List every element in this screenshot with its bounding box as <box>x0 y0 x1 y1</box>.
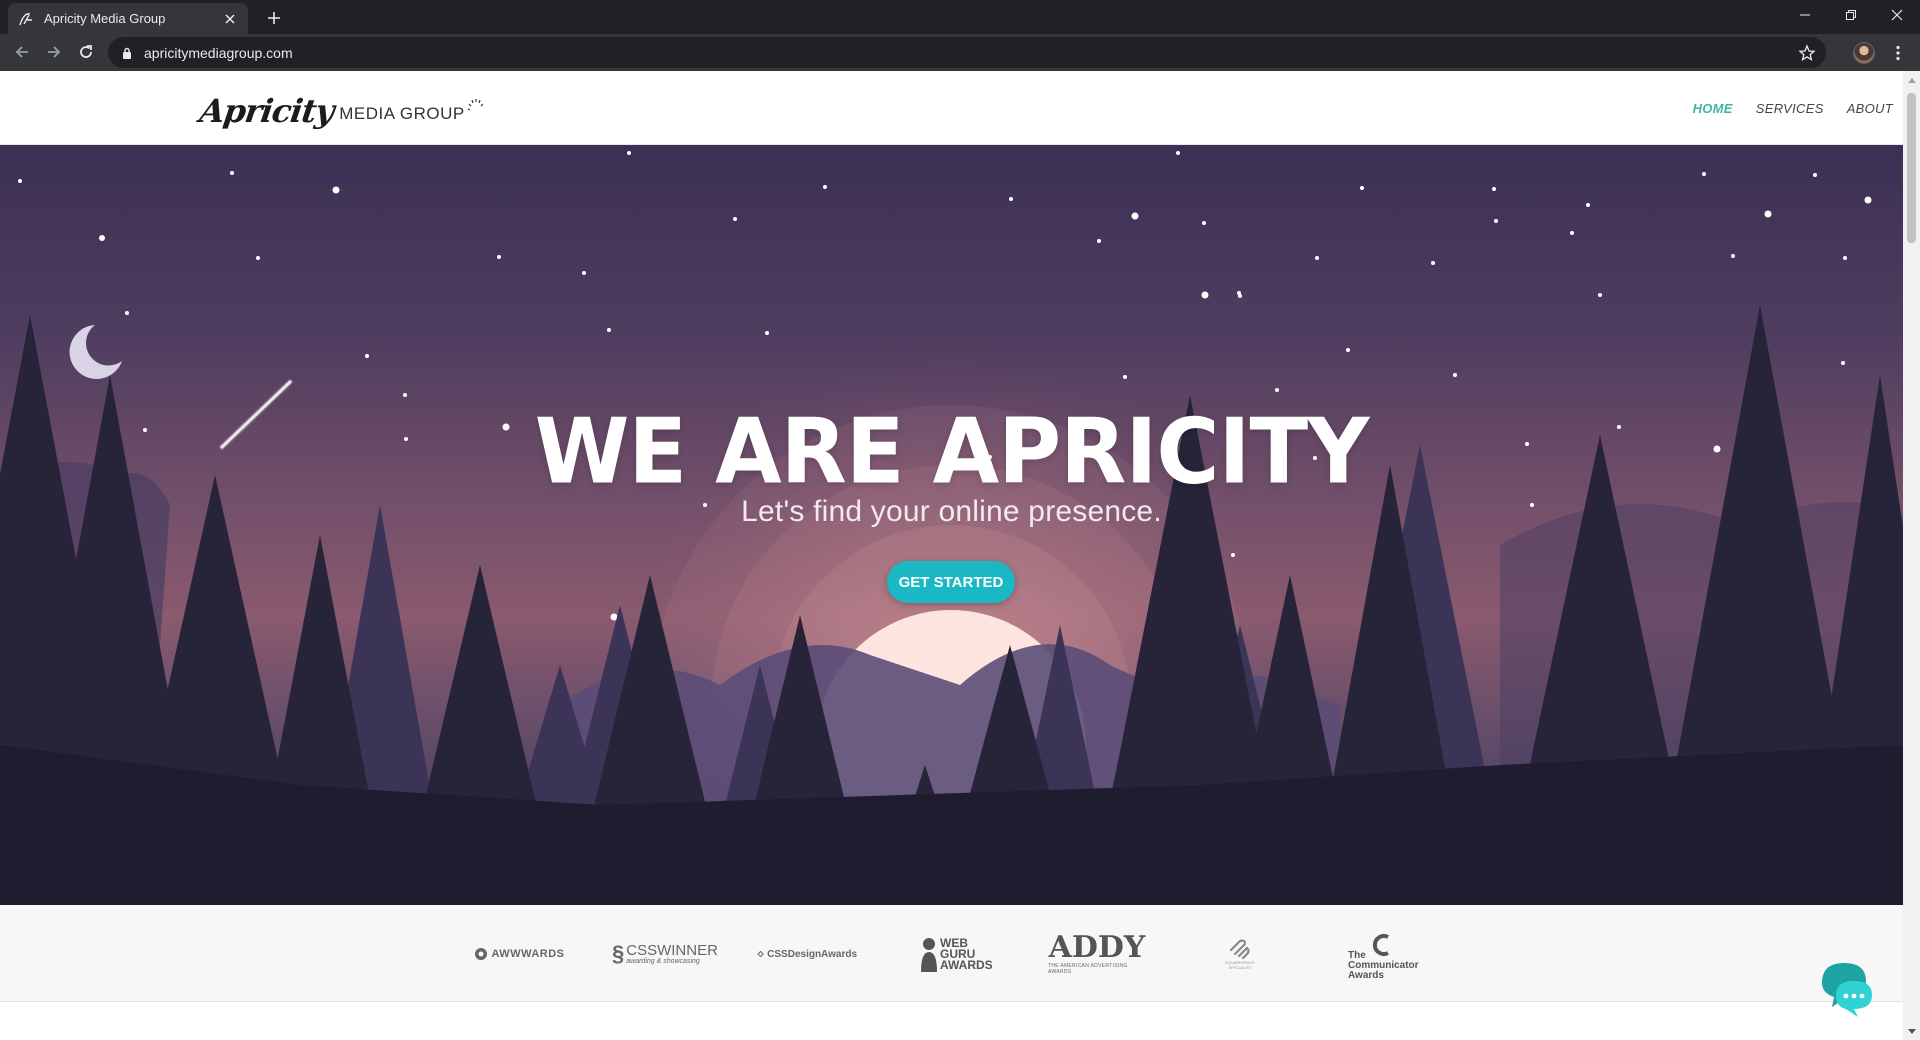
bookmark-star-icon[interactable] <box>1798 44 1816 62</box>
awwwards-icon <box>475 948 488 960</box>
get-started-button[interactable]: GET STARTED <box>887 561 1015 603</box>
squarespace-logo[interactable]: SQUARESPACE SPECIALIST <box>1215 929 1265 979</box>
addy-logo[interactable]: ADDY THE AMERICAN ADVERTISING AWARDS <box>1048 929 1146 979</box>
url-text: apricitymediagroup.com <box>144 44 293 61</box>
scroll-up-arrow-icon[interactable] <box>1906 74 1917 85</box>
minimize-window-icon[interactable] <box>1782 0 1828 30</box>
communicator-logo[interactable]: The Communicator Awards <box>1348 929 1420 981</box>
browser-tabstrip: Apricity Media Group <box>0 0 1920 34</box>
page-scrollbar[interactable] <box>1903 71 1920 1040</box>
awwwards-logo[interactable]: AWWWARDS <box>472 929 566 979</box>
restore-window-icon[interactable] <box>1828 0 1874 30</box>
back-arrow-icon[interactable] <box>6 36 38 68</box>
lock-icon[interactable] <box>120 46 134 60</box>
tab-title: Apricity Media Group <box>44 11 166 26</box>
site-logo[interactable]: Apricity MEDIA GROUP <box>197 89 484 130</box>
tab-close-icon[interactable] <box>222 11 238 27</box>
new-tab-button[interactable] <box>260 6 288 30</box>
cssdesignawards-icon <box>757 950 764 958</box>
csswinner-icon: § <box>612 941 625 966</box>
chat-widget-button[interactable] <box>1814 955 1884 1019</box>
browser-menu-icon[interactable] <box>1882 34 1914 71</box>
address-bar[interactable]: apricitymediagroup.com <box>108 37 1826 68</box>
chat-dots-icon <box>1843 993 1849 999</box>
hero-title: WE ARE APRICITY <box>534 399 1370 505</box>
page-viewport: Apricity MEDIA GROUP HOME SERVICES ABOUT <box>0 71 1920 1040</box>
profile-avatar[interactable] <box>1848 34 1880 71</box>
close-window-icon[interactable] <box>1874 0 1920 30</box>
browser-toolbar: apricitymediagroup.com <box>0 34 1920 71</box>
awards-strip: AWWWARDS § CSSWINNER awarding & showcasi… <box>0 905 1903 1002</box>
scrollbar-thumb[interactable] <box>1907 93 1916 243</box>
nav-home[interactable]: HOME <box>1693 101 1733 116</box>
communicator-icon <box>1372 934 1389 956</box>
logo-script: Apricity <box>197 92 336 130</box>
squarespace-icon <box>1229 939 1250 960</box>
webguru-icon <box>921 938 937 972</box>
hero-section: WE ARE APRICITY Let's find your online p… <box>0 145 1903 905</box>
logo-subtitle: MEDIA GROUP <box>339 104 465 123</box>
webguru-logo[interactable]: WEB GURU AWARDS <box>917 929 993 979</box>
nav-about[interactable]: ABOUT <box>1847 101 1893 116</box>
csswinner-logo[interactable]: § CSSWINNER awarding & showcasing <box>612 929 718 979</box>
forward-arrow-icon[interactable] <box>38 36 70 68</box>
sun-rays-icon <box>467 98 484 117</box>
reload-icon[interactable] <box>70 36 102 68</box>
nav-services[interactable]: SERVICES <box>1756 101 1824 116</box>
hero-subtitle: Let's find your online presence. <box>741 495 1162 528</box>
apricity-favicon-icon <box>18 11 34 27</box>
cssdesignawards-logo[interactable]: CSSDesignAwards <box>757 929 857 979</box>
browser-tab[interactable]: Apricity Media Group <box>8 3 248 34</box>
site-header: Apricity MEDIA GROUP HOME SERVICES ABOUT <box>0 71 1903 145</box>
main-nav: HOME SERVICES ABOUT <box>1670 71 1893 145</box>
scroll-down-arrow-icon[interactable] <box>1906 1026 1917 1037</box>
